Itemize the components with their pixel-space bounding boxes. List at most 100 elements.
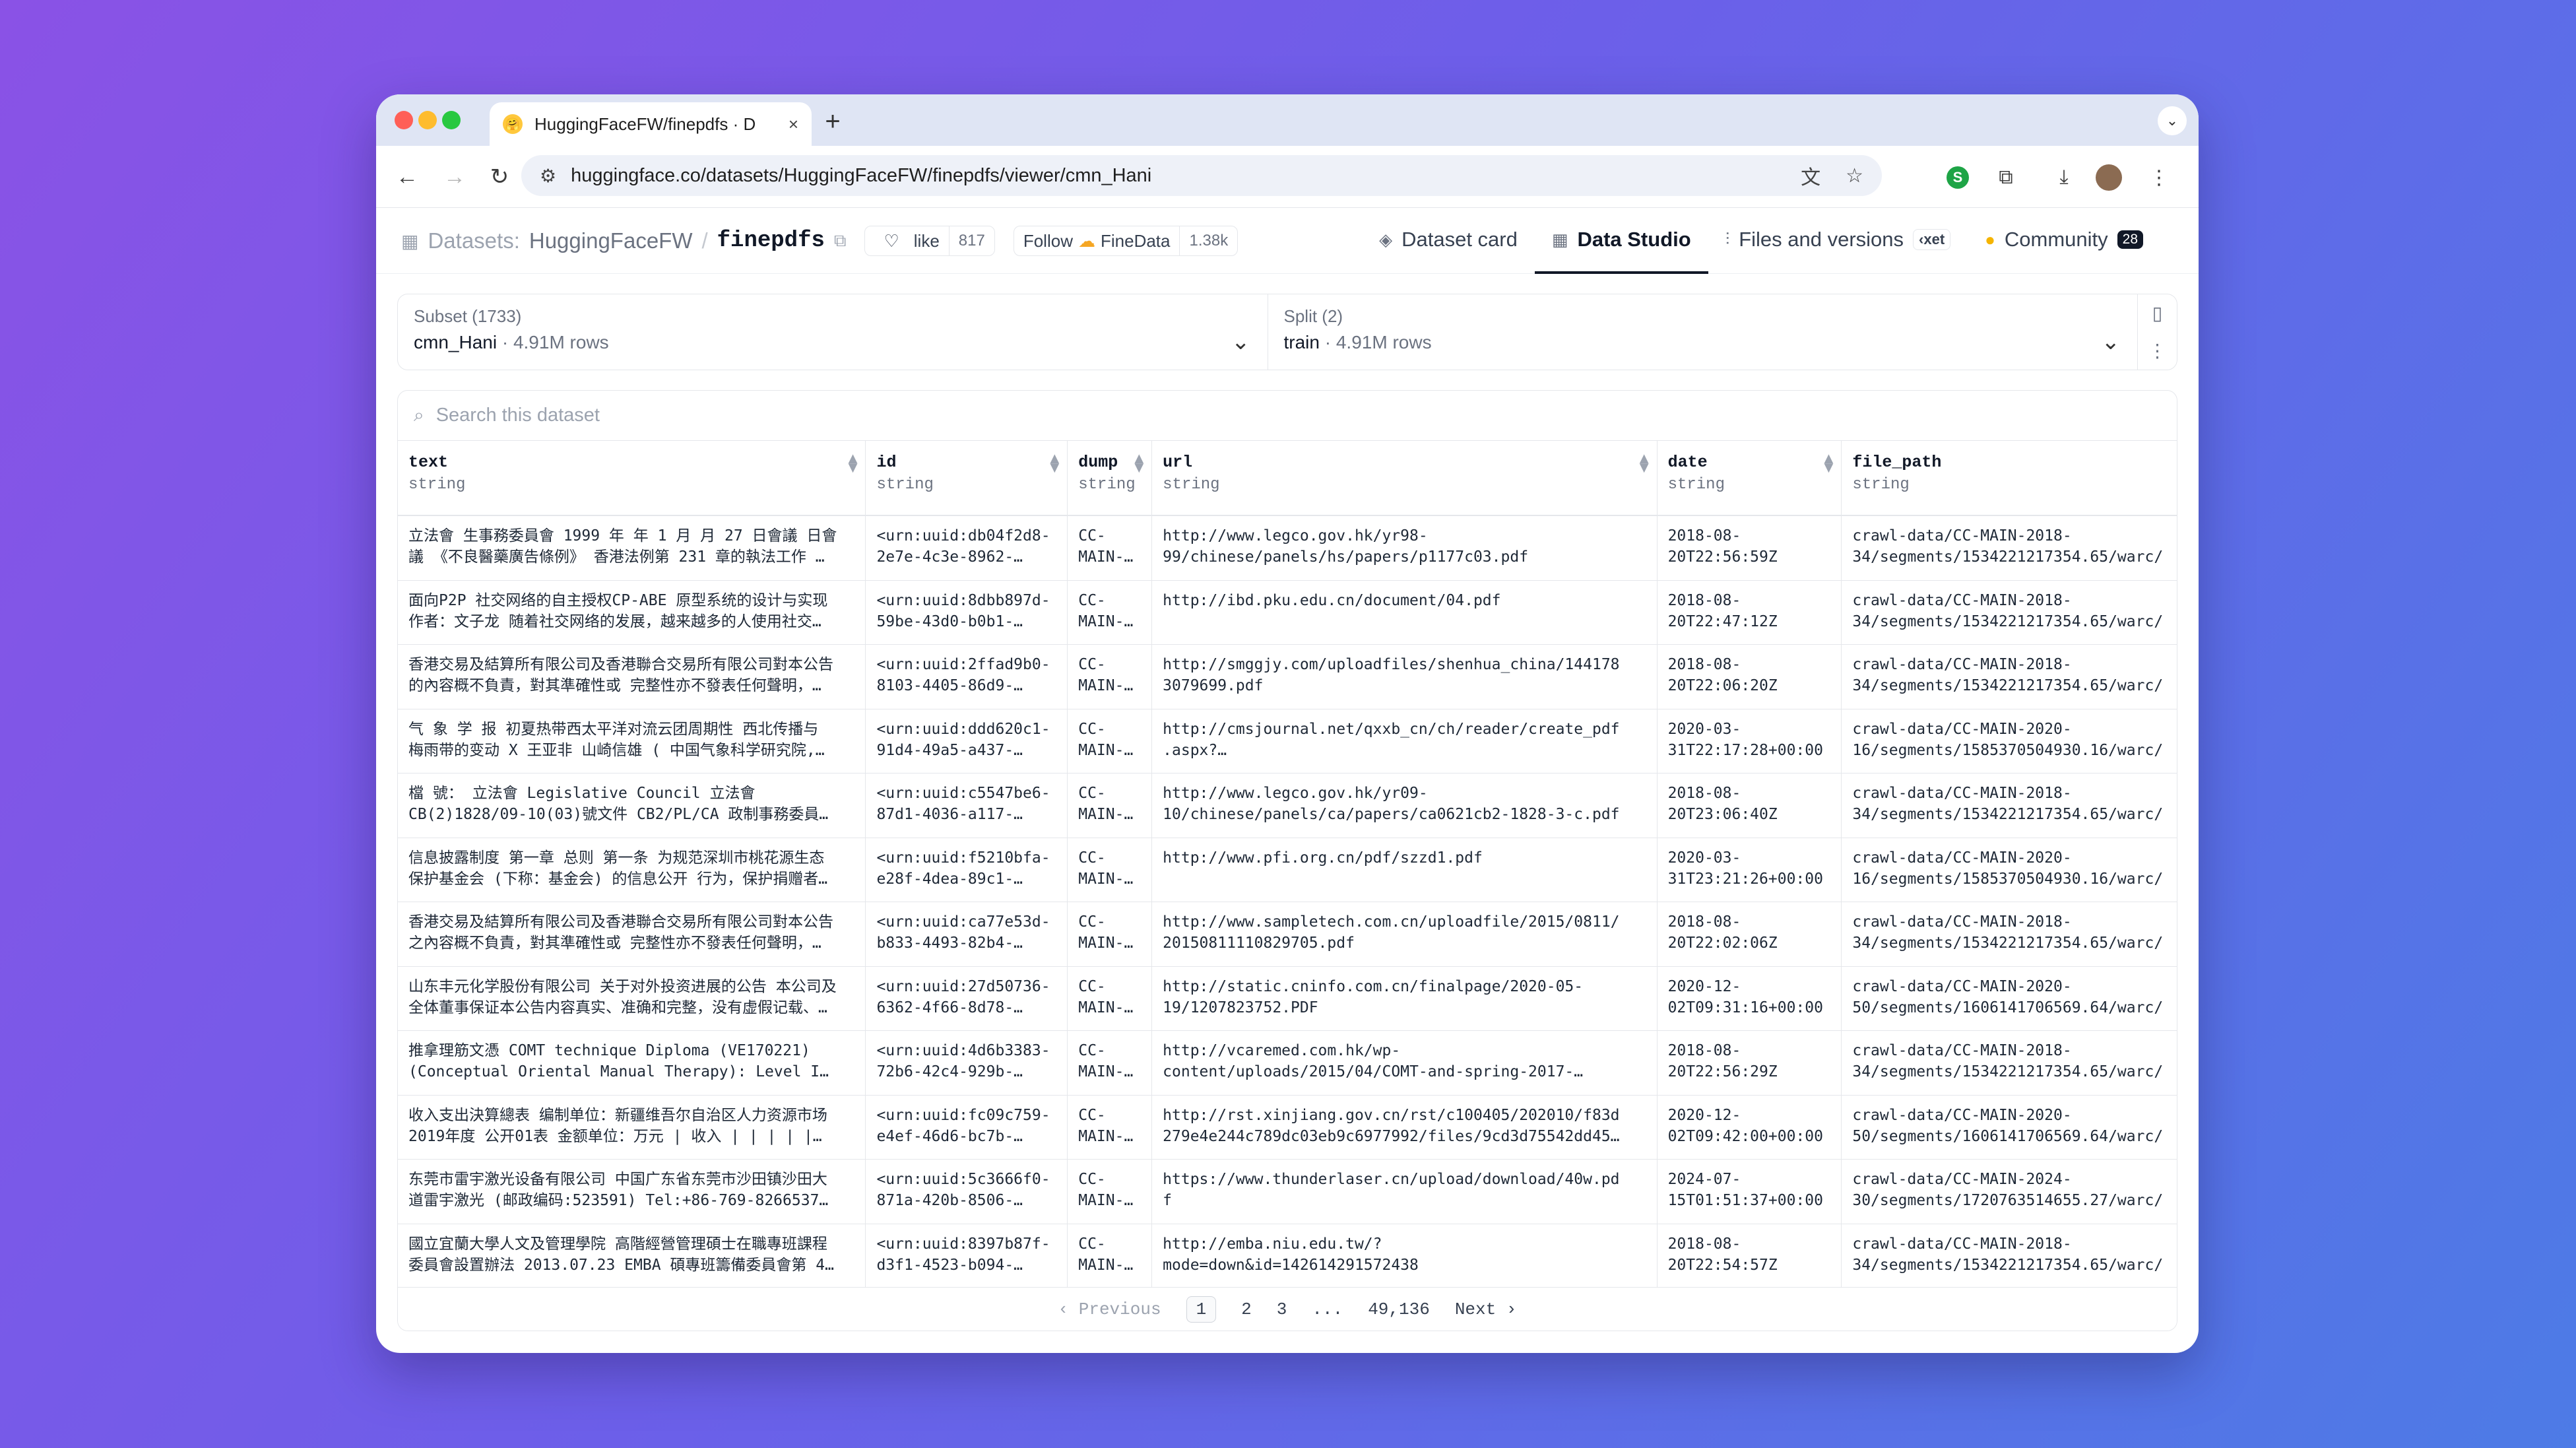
table-cell-date[interactable]: 2024-07- 15T01:51:37+00:00: [1658, 1160, 1842, 1224]
table-cell-date[interactable]: 2020-12- 02T09:31:16+00:00: [1658, 966, 1842, 1030]
column-header-0[interactable]: text string ▲ ▼: [398, 441, 866, 515]
table-cell-url[interactable]: http://cmsjournal.net/qxxb_cn/ch/reader/…: [1152, 709, 1658, 773]
table-cell-file_path[interactable]: crawl-data/CC-MAIN-2024- 30/segments/1720…: [1842, 1160, 2177, 1224]
last-page-button[interactable]: 49,136: [1368, 1300, 1430, 1319]
table-row[interactable]: 香港交易及結算所有限公司及香港聯合交易所有限公司對本公告 之內容概不負責，對其準確…: [398, 902, 2177, 967]
column-header-4[interactable]: date string ▲ ▼: [1658, 441, 1842, 515]
table-row[interactable]: 收入支出決算總表 编制单位：新疆维吾尔自治区人力资源市场 2019年度 公开01表…: [398, 1095, 2177, 1160]
table-cell-url[interactable]: http://www.legco.gov.hk/yr09- 10/chinese/…: [1152, 773, 1658, 838]
sort-icon[interactable]: ▲ ▼: [1824, 453, 1834, 474]
table-cell-dump[interactable]: CC- MAIN-…: [1068, 1160, 1153, 1224]
table-cell-dump[interactable]: CC- MAIN-…: [1068, 1095, 1153, 1159]
table-cell-text[interactable]: 推拿理筋文憑 COMT technique Diploma (VE170221)…: [398, 1031, 866, 1095]
table-cell-id[interactable]: <urn:uuid:8397b87f-d3f1-4523-b094-…: [866, 1224, 1068, 1288]
repo-name-link[interactable]: finepdfs: [717, 228, 825, 253]
panel-toggle-icon[interactable]: ▯: [2152, 302, 2162, 324]
search-input[interactable]: Search this dataset: [436, 405, 600, 426]
table-cell-url[interactable]: http://www.pfi.org.cn/pdf/szzd1.pdf: [1152, 838, 1658, 902]
table-cell-url[interactable]: https://www.thunderlaser.cn/upload/downl…: [1152, 1160, 1658, 1224]
column-header-3[interactable]: url string ▲ ▼: [1152, 441, 1658, 515]
table-cell-file_path[interactable]: crawl-data/CC-MAIN-2020- 50/segments/1606…: [1842, 967, 2177, 1031]
tab-dataset-card[interactable]: ◈ Dataset card: [1362, 208, 1535, 274]
table-cell-date[interactable]: 2018-08- 20T22:47:12Z: [1658, 580, 1842, 644]
close-window-button[interactable]: [395, 111, 413, 129]
table-cell-date[interactable]: 2018-08- 20T22:56:59Z: [1658, 516, 1842, 580]
table-cell-text[interactable]: 香港交易及結算所有限公司及香港聯合交易所有限公司對本公告 之內容概不負責，對其準確…: [398, 902, 866, 966]
tab-community[interactable]: ● Community 28: [1968, 208, 2160, 274]
maximize-window-button[interactable]: [442, 111, 461, 129]
table-cell-dump[interactable]: CC- MAIN-…: [1068, 709, 1153, 773]
table-row[interactable]: 國立宜蘭大學人文及管理學院 高階經營管理碩士在職專班課程 委員會設置辦法 2013…: [398, 1224, 2177, 1288]
table-cell-url[interactable]: http://emba.niu.edu.tw/? mode=down&id=142…: [1152, 1224, 1658, 1288]
table-cell-text[interactable]: 檔 號： 立法會 Legislative Council 立法會 CB(2)182…: [398, 773, 866, 838]
table-cell-id[interactable]: <urn:uuid:ddd620c1- 91d4-49a5-a437-…: [866, 709, 1068, 773]
table-cell-dump[interactable]: CC- MAIN-…: [1068, 1031, 1153, 1095]
page-2-button[interactable]: 2: [1241, 1300, 1252, 1319]
profile-avatar[interactable]: [2096, 164, 2122, 191]
table-cell-url[interactable]: http://static.cninfo.com.cn/finalpage/20…: [1152, 966, 1658, 1030]
table-row[interactable]: 面向P2P 社交网络的自主授权CP-ABE 原型系统的设计与实现 作者：文子龙 随…: [398, 580, 2177, 645]
table-cell-date[interactable]: 2020-03- 31T22:17:28+00:00: [1658, 709, 1842, 773]
table-cell-url[interactable]: http://www.legco.gov.hk/yr98- 99/chinese/…: [1152, 516, 1658, 580]
table-cell-file_path[interactable]: crawl-data/CC-MAIN-2018- 34/segments/1534…: [1842, 516, 2177, 580]
new-tab-button[interactable]: +: [813, 105, 853, 138]
org-link[interactable]: HuggingFaceFW: [529, 228, 693, 253]
table-row[interactable]: 信息披露制度 第一章 总则 第一条 为规范深圳市桃花源生态 保护基金会 (下称：基…: [398, 838, 2177, 902]
column-header-1[interactable]: id string ▲ ▼: [866, 441, 1068, 515]
table-cell-id[interactable]: <urn:uuid:fc09c759- e4ef-46d6-bc7b-…: [866, 1095, 1068, 1159]
table-cell-file_path[interactable]: crawl-data/CC-MAIN-2020- 16/segments/1585…: [1842, 709, 2177, 773]
table-cell-text[interactable]: 东莞市雷宇激光设备有限公司 中国广东省东莞市沙田镇沙田大 道雷宇激光 (邮政编码:…: [398, 1160, 866, 1224]
table-cell-file_path[interactable]: crawl-data/CC-MAIN-2018- 34/segments/1534…: [1842, 581, 2177, 645]
table-cell-url[interactable]: http://www.sampletech.com.cn/uploadfile/…: [1152, 902, 1658, 966]
site-settings-icon[interactable]: ⚙: [540, 165, 556, 187]
table-cell-text[interactable]: 香港交易及結算所有限公司及香港聯合交易所有限公司對本公告 的內容概不負責，對其準確…: [398, 645, 866, 709]
forward-button[interactable]: →: [438, 160, 471, 193]
table-cell-file_path[interactable]: crawl-data/CC-MAIN-2018- 34/segments/1534…: [1842, 773, 2177, 838]
table-row[interactable]: 香港交易及結算所有限公司及香港聯合交易所有限公司對本公告 的內容概不負責，對其準確…: [398, 645, 2177, 709]
table-cell-date[interactable]: 2018-08- 20T23:06:40Z: [1658, 773, 1842, 838]
table-cell-id[interactable]: <urn:uuid:5c3666f0- 871a-420b-8506-…: [866, 1160, 1068, 1224]
extension-s-icon[interactable]: S: [1947, 166, 1969, 189]
table-cell-dump[interactable]: CC- MAIN-…: [1068, 645, 1153, 709]
minimize-window-button[interactable]: [418, 111, 437, 129]
split-dropdown[interactable]: Split (2) train · 4.91M rows ⌄: [1267, 294, 2138, 370]
table-cell-id[interactable]: <urn:uuid:4d6b3383- 72b6-42c4-929b-…: [866, 1031, 1068, 1095]
table-cell-dump[interactable]: CC- MAIN-…: [1068, 516, 1153, 580]
table-cell-id[interactable]: <urn:uuid:f5210bfa-e28f-4dea-89c1-…: [866, 838, 1068, 902]
back-button[interactable]: ←: [391, 160, 424, 193]
table-cell-text[interactable]: 信息披露制度 第一章 总则 第一条 为规范深圳市桃花源生态 保护基金会 (下称：基…: [398, 838, 866, 902]
table-row[interactable]: 东莞市雷宇激光设备有限公司 中国广东省东莞市沙田镇沙田大 道雷宇激光 (邮政编码:…: [398, 1160, 2177, 1224]
table-cell-url[interactable]: http://vcaremed.com.hk/wp-content/upload…: [1152, 1031, 1658, 1095]
table-cell-id[interactable]: <urn:uuid:c5547be6- 87d1-4036-a117-…: [866, 773, 1068, 838]
table-cell-url[interactable]: http://rst.xinjiang.gov.cn/rst/c100405/2…: [1152, 1095, 1658, 1159]
more-options-icon[interactable]: ⋮: [2148, 340, 2167, 362]
table-cell-text[interactable]: 國立宜蘭大學人文及管理學院 高階經營管理碩士在職專班課程 委員會設置辦法 2013…: [398, 1224, 866, 1288]
page-3-button[interactable]: 3: [1277, 1300, 1287, 1319]
table-row[interactable]: 立法會 生事務委員會 1999 年 年 1 月 月 27 日會議 日會議 《不良…: [398, 516, 2177, 581]
browser-tab[interactable]: 🤗 HuggingFaceFW/finepdfs · D ×: [490, 102, 812, 146]
subset-dropdown[interactable]: Subset (1733) cmn_Hani · 4.91M rows ⌄: [398, 294, 1268, 370]
table-cell-text[interactable]: 收入支出決算總表 编制单位：新疆维吾尔自治区人力资源市场 2019年度 公开01表…: [398, 1095, 866, 1159]
table-cell-dump[interactable]: CC- MAIN-…: [1068, 838, 1153, 902]
search-bar[interactable]: ⌕ Search this dataset: [398, 391, 2177, 441]
translate-icon[interactable]: 文: [1801, 161, 1820, 190]
table-cell-text[interactable]: 气 象 学 报 初夏热带西太平洋对流云团周期性 西北传播与 梅雨带的变动 X 王亚…: [398, 709, 866, 773]
table-cell-file_path[interactable]: crawl-data/CC-MAIN-2018- 34/segments/1534…: [1842, 1224, 2177, 1288]
table-cell-text[interactable]: 山东丰元化学股份有限公司 关于对外投资进展的公告 本公司及 全体董事保证本公告内容…: [398, 966, 866, 1030]
next-page-button[interactable]: Next ›: [1455, 1300, 1517, 1319]
page-1-button[interactable]: 1: [1186, 1296, 1217, 1323]
table-cell-text[interactable]: 立法會 生事務委員會 1999 年 年 1 月 月 27 日會議 日會議 《不良…: [398, 516, 866, 580]
sort-icon[interactable]: ▲ ▼: [1134, 453, 1143, 474]
column-header-2[interactable]: dump string ▲ ▼: [1068, 441, 1153, 515]
reload-button[interactable]: ↻: [483, 160, 516, 193]
table-cell-id[interactable]: <urn:uuid:ca77e53d-b833-4493-82b4-…: [866, 902, 1068, 966]
table-cell-date[interactable]: 2018-08- 20T22:06:20Z: [1658, 645, 1842, 709]
sort-icon[interactable]: ▲ ▼: [1050, 453, 1059, 474]
download-icon[interactable]: ⤓: [2049, 163, 2078, 192]
like-button[interactable]: ♡ like 817: [864, 226, 995, 256]
table-cell-file_path[interactable]: crawl-data/CC-MAIN-2018- 34/segments/1534…: [1842, 645, 2177, 709]
copy-icon[interactable]: ⧉: [834, 230, 847, 251]
table-cell-file_path[interactable]: crawl-data/CC-MAIN-2020- 50/segments/1606…: [1842, 1096, 2177, 1160]
table-row[interactable]: 推拿理筋文憑 COMT technique Diploma (VE170221)…: [398, 1031, 2177, 1096]
table-cell-date[interactable]: 2020-03- 31T23:21:26+00:00: [1658, 838, 1842, 902]
